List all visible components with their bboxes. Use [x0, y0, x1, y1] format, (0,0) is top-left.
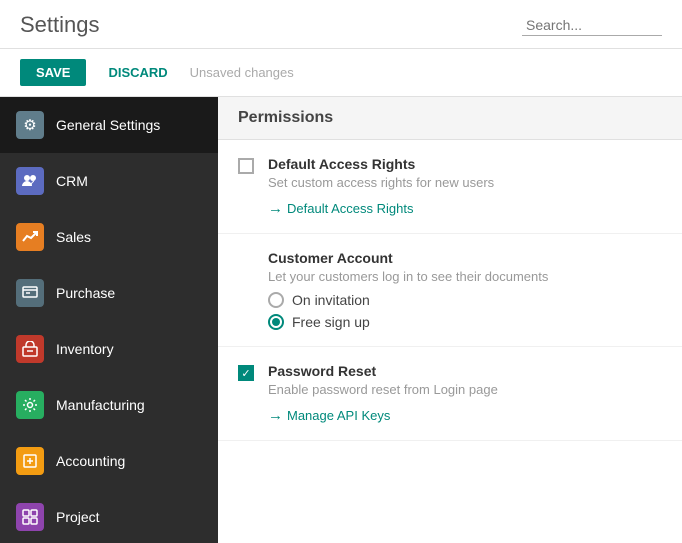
main-layout: ⚙ General Settings CRM Sales Purchase	[0, 97, 682, 543]
radio-label-free-signup: Free sign up	[292, 314, 370, 330]
crm-icon	[16, 167, 44, 195]
radio-label-invitation: On invitation	[292, 292, 370, 308]
radio-on-invitation[interactable]: On invitation	[268, 292, 662, 308]
perm-item-customer-account: Customer Account Let your customers log …	[218, 234, 682, 347]
password-reset-checkbox[interactable]	[238, 365, 254, 381]
manage-api-keys-link[interactable]: Manage API Keys	[268, 407, 662, 424]
radio-circle-free-signup[interactable]	[268, 314, 284, 330]
sidebar: ⚙ General Settings CRM Sales Purchase	[0, 97, 218, 543]
radio-circle-invitation[interactable]	[268, 292, 284, 308]
sidebar-label-sales: Sales	[56, 229, 91, 245]
default-access-desc: Set custom access rights for new users	[268, 175, 662, 190]
sidebar-item-purchase[interactable]: Purchase	[0, 265, 218, 321]
search-input[interactable]	[522, 15, 662, 36]
sidebar-label-inventory: Inventory	[56, 341, 114, 357]
unsaved-changes-label: Unsaved changes	[190, 65, 294, 80]
sidebar-label-general: General Settings	[56, 117, 160, 133]
page-title: Settings	[20, 12, 100, 38]
purchase-icon	[16, 279, 44, 307]
sidebar-item-sales[interactable]: Sales	[0, 209, 218, 265]
sidebar-item-accounting[interactable]: Accounting	[0, 433, 218, 489]
sidebar-label-crm: CRM	[56, 173, 88, 189]
sidebar-item-manufacturing[interactable]: Manufacturing	[0, 377, 218, 433]
default-access-link[interactable]: Default Access Rights	[268, 200, 662, 217]
sidebar-label-manufacturing: Manufacturing	[56, 397, 145, 413]
default-access-checkbox[interactable]	[238, 158, 254, 174]
password-reset-desc: Enable password reset from Login page	[268, 382, 662, 397]
customer-account-desc: Let your customers log in to see their d…	[268, 269, 662, 284]
sidebar-label-purchase: Purchase	[56, 285, 115, 301]
sidebar-item-general[interactable]: ⚙ General Settings	[0, 97, 218, 153]
sidebar-label-project: Project	[56, 509, 100, 525]
sidebar-item-inventory[interactable]: Inventory	[0, 321, 218, 377]
manufacturing-icon	[16, 391, 44, 419]
project-icon	[16, 503, 44, 531]
sales-icon	[16, 223, 44, 251]
default-access-title: Default Access Rights	[268, 156, 662, 172]
password-reset-title: Password Reset	[268, 363, 662, 379]
gear-icon: ⚙	[16, 111, 44, 139]
section-header-permissions: Permissions	[218, 97, 682, 140]
toolbar: SAVE DISCARD Unsaved changes	[0, 49, 682, 97]
save-button[interactable]: SAVE	[20, 59, 86, 86]
perm-item-default-access: Default Access Rights Set custom access …	[218, 140, 682, 234]
perm-item-password-reset: Password Reset Enable password reset fro…	[218, 347, 682, 441]
discard-button[interactable]: DISCARD	[98, 59, 177, 86]
content-area: Permissions Default Access Rights Set cu…	[218, 97, 682, 543]
header: Settings	[0, 0, 682, 49]
accounting-icon	[16, 447, 44, 475]
sidebar-item-crm[interactable]: CRM	[0, 153, 218, 209]
customer-account-radio-group: On invitation Free sign up	[268, 292, 662, 330]
inventory-icon	[16, 335, 44, 363]
radio-free-signup[interactable]: Free sign up	[268, 314, 662, 330]
sidebar-item-project[interactable]: Project	[0, 489, 218, 543]
customer-account-title: Customer Account	[268, 250, 662, 266]
sidebar-label-accounting: Accounting	[56, 453, 125, 469]
